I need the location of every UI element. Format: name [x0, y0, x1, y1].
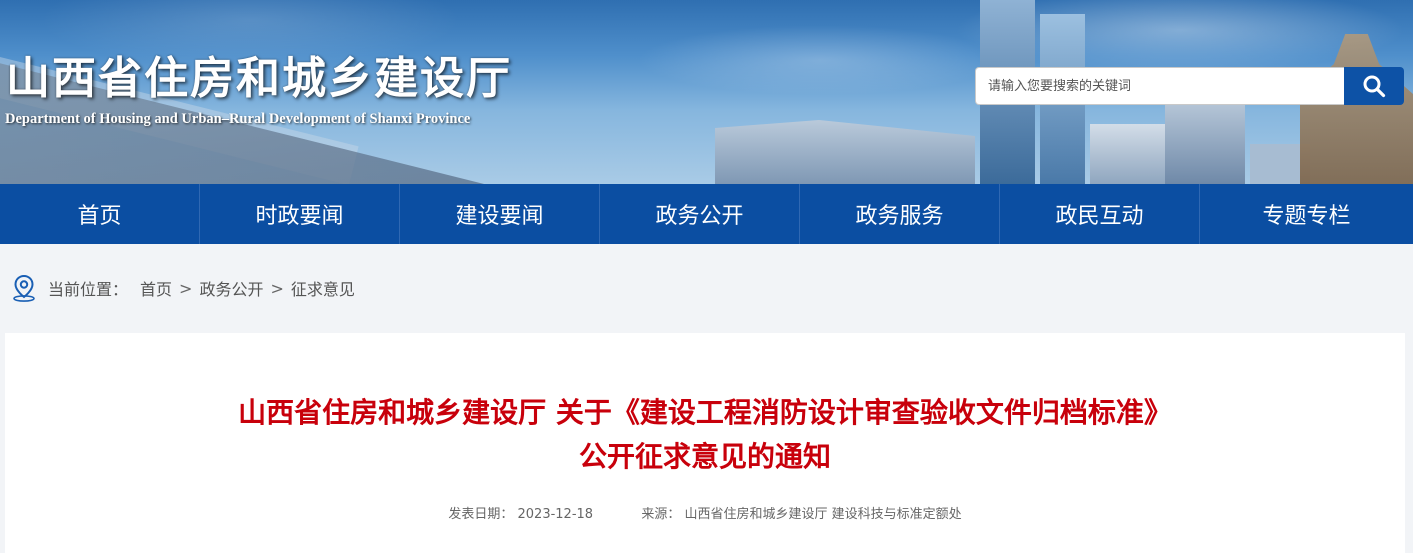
search-button[interactable] — [1344, 67, 1404, 105]
article-title-line: 公开征求意见的通知 — [578, 440, 831, 473]
breadcrumb-item-consultation[interactable]: 征求意见 — [291, 276, 355, 300]
banner-building — [1165, 99, 1245, 184]
article-source: 山西省住房和城乡建设厅 建设科技与标准定额处 — [684, 507, 962, 522]
breadcrumb: 当前位置： 首页 > 政务公开 > 征求意见 — [0, 244, 1413, 332]
source-label: 来源： — [641, 507, 681, 522]
date-label: 发表日期： — [448, 507, 514, 522]
search-bar — [975, 67, 1404, 105]
breadcrumb-item-government-affairs[interactable]: 政务公开 — [199, 276, 263, 300]
nav-item-public-interaction[interactable]: 政民互动 — [1000, 184, 1200, 244]
article-title-line: 山西省住房和城乡建设厅 关于《建设工程消防设计审查验收文件归档标准》 — [238, 396, 1172, 429]
banner-building — [1090, 124, 1170, 184]
article-meta: 发表日期： 2023-12-18 来源： 山西省住房和城乡建设厅 建设科技与标准… — [5, 503, 1405, 522]
nav-item-government-affairs[interactable]: 政务公开 — [600, 184, 800, 244]
search-icon — [1362, 74, 1386, 98]
nav-item-construction-news[interactable]: 建设要闻 — [400, 184, 600, 244]
breadcrumb-separator: > — [179, 278, 193, 298]
article-title: 山西省住房和城乡建设厅 关于《建设工程消防设计审查验收文件归档标准》 公开征求意… — [5, 391, 1405, 479]
nav-item-government-services[interactable]: 政务服务 — [800, 184, 1000, 244]
header-banner: 山西省住房和城乡建设厅 Department of Housing and Ur… — [0, 0, 1413, 184]
site-title-logo[interactable]: 山西省住房和城乡建设厅 — [6, 42, 512, 106]
nav-item-current-affairs[interactable]: 时政要闻 — [200, 184, 400, 244]
search-input[interactable] — [975, 67, 1344, 105]
site-subtitle: Department of Housing and Urban–Rural De… — [5, 111, 471, 127]
publish-date: 2023-12-18 — [517, 507, 594, 522]
nav-item-special-topics[interactable]: 专题专栏 — [1200, 184, 1413, 244]
main-nav: 首页 时政要闻 建设要闻 政务公开 政务服务 政民互动 专题专栏 — [0, 184, 1413, 244]
location-pin-icon — [10, 274, 38, 302]
breadcrumb-separator: > — [270, 278, 284, 298]
nav-item-home[interactable]: 首页 — [0, 184, 200, 244]
breadcrumb-label: 当前位置： — [48, 280, 129, 299]
article-panel: 山西省住房和城乡建设厅 关于《建设工程消防设计审查验收文件归档标准》 公开征求意… — [5, 333, 1405, 553]
breadcrumb-item-home[interactable]: 首页 — [140, 276, 172, 300]
